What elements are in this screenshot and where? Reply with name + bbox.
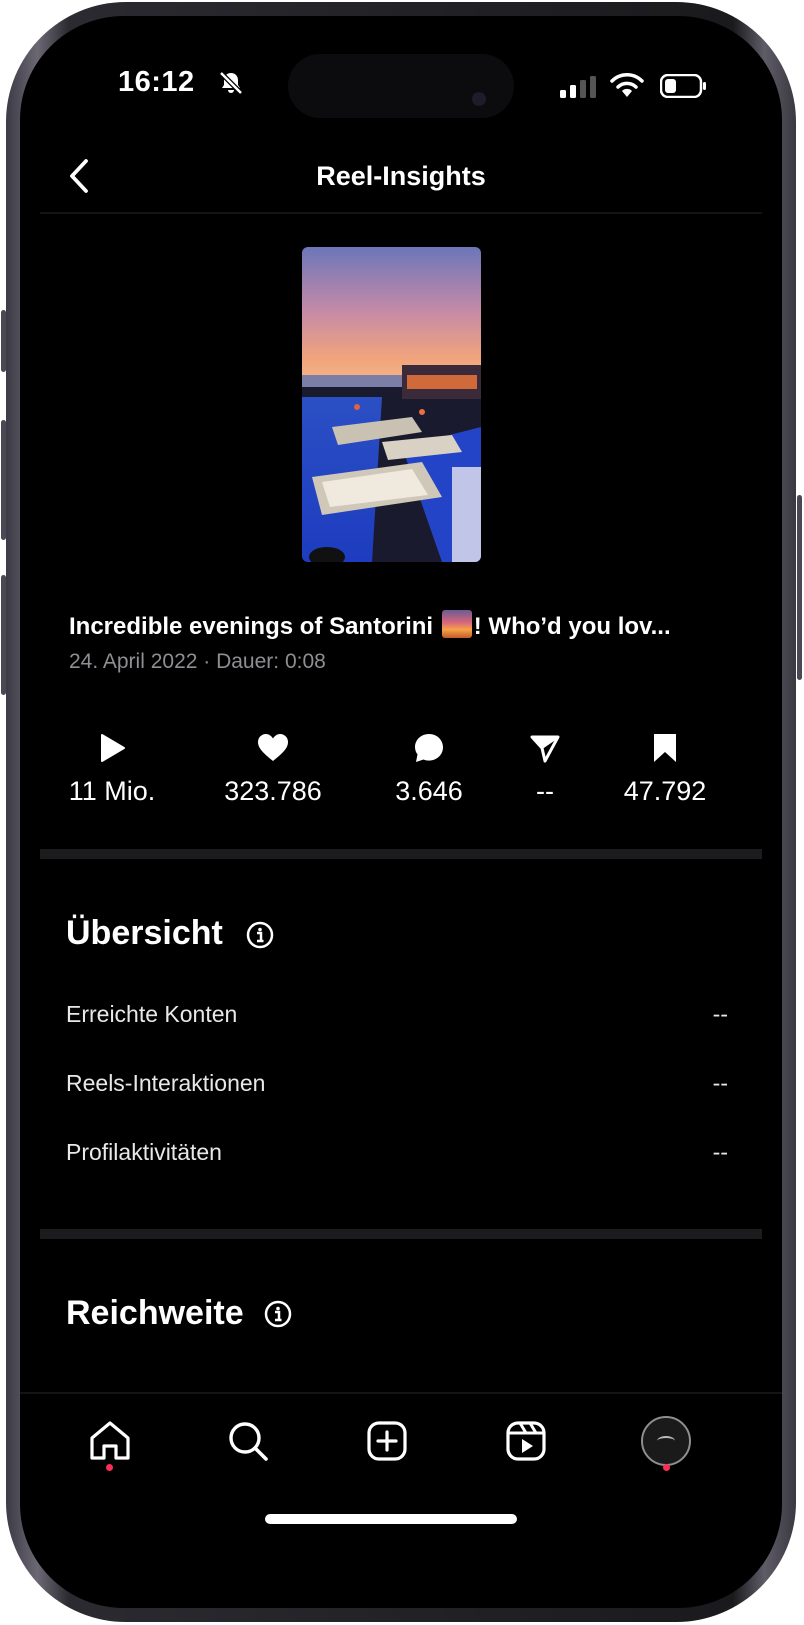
page-title: Reel-Insights <box>316 161 486 191</box>
reel-thumbnail[interactable] <box>302 247 481 562</box>
stat-value: 11 Mio. <box>68 776 156 806</box>
stat-value: 323.786 <box>224 776 322 806</box>
stat-value: -- <box>536 776 554 806</box>
metric-row-label: Reels-Interaktionen <box>66 1070 266 1096</box>
bookmark-icon <box>654 734 676 762</box>
volume-up-button <box>1 420 6 540</box>
wifi-icon <box>610 73 644 97</box>
tab-profile[interactable] <box>636 1411 696 1471</box>
metric-row-label: Profilaktivitäten <box>66 1139 222 1165</box>
caption-text-start: Incredible evenings of Santorini <box>69 613 434 640</box>
reel-caption: Incredible evenings of Santorini ! Who’d… <box>69 610 749 641</box>
stat-value: 47.792 <box>623 776 707 806</box>
share-icon <box>530 735 560 763</box>
reel-meta: 24. April 2022 · Dauer: 0:08 <box>69 650 326 673</box>
caption-text-end: ! Who’d you lov... <box>473 613 671 640</box>
info-icon[interactable] <box>264 1300 292 1328</box>
bell-muted-icon <box>219 71 243 95</box>
home-icon <box>90 1421 130 1460</box>
info-icon[interactable] <box>246 921 274 949</box>
section-divider <box>40 849 762 859</box>
camera-lens <box>472 92 486 106</box>
metric-row-label: Erreichte Konten <box>66 1001 238 1027</box>
play-icon <box>101 734 125 762</box>
tab-reels[interactable] <box>496 1411 556 1471</box>
battery-icon <box>660 74 706 98</box>
app-screen: 16:12 Reel-Insights Incredible evenings … <box>20 16 782 1608</box>
cellular-signal-icon <box>560 76 596 98</box>
power-button <box>797 495 802 680</box>
dynamic-island <box>288 54 514 118</box>
action-button <box>1 310 6 372</box>
tab-create[interactable] <box>357 1411 417 1471</box>
heart-icon <box>258 734 288 761</box>
header-divider <box>40 212 762 214</box>
tab-bar-divider <box>20 1392 782 1394</box>
section-divider <box>40 1229 762 1239</box>
reels-icon <box>506 1421 546 1461</box>
metric-row-value: -- <box>712 1139 728 1165</box>
home-indicator <box>265 1514 517 1524</box>
profile-avatar <box>641 1416 691 1466</box>
home-notification-dot <box>106 1464 113 1471</box>
tab-home[interactable] <box>80 1411 140 1471</box>
metric-row-value: -- <box>712 1001 728 1027</box>
overview-title: Übersicht <box>66 914 223 952</box>
status-time: 16:12 <box>118 66 195 98</box>
tab-search[interactable] <box>218 1411 278 1471</box>
comment-icon <box>415 734 443 762</box>
reach-title: Reichweite <box>66 1294 244 1332</box>
create-icon <box>367 1421 407 1461</box>
sunset-emoji-icon <box>441 610 472 638</box>
search-icon <box>229 1422 268 1461</box>
stat-plays[interactable]: 11 Mio. <box>42 728 182 807</box>
metric-row-value: -- <box>712 1070 728 1096</box>
stat-likes[interactable]: 323.786 <box>203 728 343 807</box>
stat-shares[interactable]: -- <box>475 728 615 807</box>
profile-notification-dot <box>663 1464 670 1471</box>
stat-saves[interactable]: 47.792 <box>595 728 735 807</box>
volume-down-button <box>1 575 6 695</box>
